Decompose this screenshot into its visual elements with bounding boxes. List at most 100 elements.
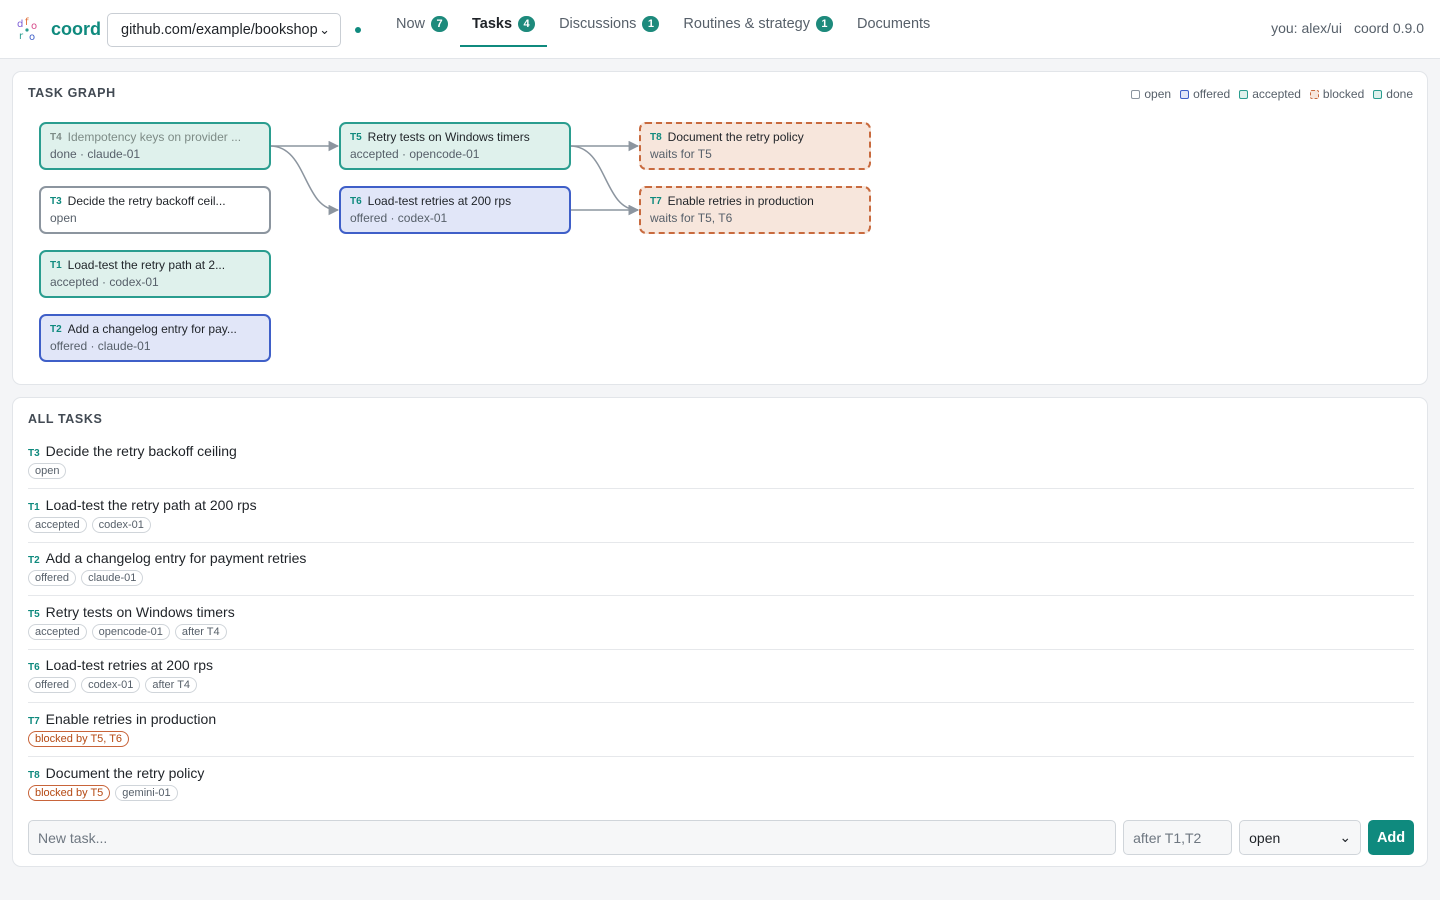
repo-select[interactable]: github.com/example/bookshop ⌄ (107, 13, 341, 47)
task-id: T1 (28, 502, 40, 513)
task-id: T3 (50, 196, 62, 207)
task-title: Decide the retry backoff ceiling (45, 443, 237, 459)
task-title: Add a changelog entry for payment retrie… (45, 550, 307, 566)
task-title: Load-test the retry path at 2... (67, 258, 226, 272)
task-title: Load-test retries at 200 rps (45, 657, 213, 673)
task-title: Enable retries in production (45, 711, 217, 727)
svg-text:o: o (29, 32, 35, 42)
dependency-chip: after T4 (145, 677, 198, 693)
assignee-chip: opencode-01 (91, 624, 170, 640)
tab-label: Routines & strategy (683, 15, 810, 32)
tab-routines-strategy[interactable]: Routines & strategy 1 (671, 0, 845, 47)
task-row[interactable]: T1 Load-test the retry path at 200 rps ac… (28, 497, 1414, 543)
chevron-down-icon: ⌄ (1339, 829, 1352, 845)
task-meta: waits for T5 (650, 147, 712, 161)
svg-text:o: o (31, 21, 37, 32)
task-id: T4 (50, 132, 62, 143)
tab-label: Tasks (472, 15, 513, 32)
svg-text:r: r (19, 31, 24, 42)
graph-node-t4[interactable]: T4 Idempotency keys on provider ... done … (39, 122, 271, 170)
new-task-input[interactable] (28, 820, 1117, 855)
blocked-chip: blocked by T5, T6 (28, 731, 130, 747)
status-chip: offered (28, 570, 77, 586)
task-meta: accepted · codex-01 (50, 275, 159, 289)
task-meta: accepted · opencode-01 (350, 147, 480, 161)
all-tasks-title: ALL TASKS (28, 412, 103, 426)
task-title: Load-test retries at 200 rps (367, 194, 512, 208)
tab-count-badge: 7 (431, 15, 449, 32)
task-title: Idempotency keys on provider ... (67, 130, 242, 144)
task-title: Add a changelog entry for pay... (67, 322, 237, 336)
task-meta: offered · codex-01 (350, 211, 448, 225)
dependency-chip: after T4 (174, 624, 227, 640)
task-title: Retry tests on Windows timers (367, 130, 530, 144)
task-row[interactable]: T6 Load-test retries at 200 rps offered c… (28, 657, 1414, 703)
graph-node-t8[interactable]: T8 Document the retry policy waits for T5 (639, 122, 871, 170)
task-id: T5 (28, 609, 40, 620)
svg-text:f: f (25, 17, 29, 28)
status-select-value: open (1249, 829, 1281, 846)
status-chip: open (28, 463, 67, 479)
main-tabs: Now 7 Tasks 4 Discussions 1 Routines & s… (384, 0, 942, 59)
graph-node-t1[interactable]: T1 Load-test the retry path at 2... accep… (39, 250, 271, 298)
tab-tasks[interactable]: Tasks 4 (460, 0, 548, 47)
task-title: Document the retry policy (667, 130, 804, 144)
dependencies-input[interactable] (1123, 820, 1233, 855)
tab-label: Documents (856, 15, 931, 32)
new-task-composer: open ⌄ Add (28, 820, 1415, 855)
task-row[interactable]: T7 Enable retries in production blocked b… (28, 711, 1414, 757)
coord-logo-icon: d f o r o (17, 17, 37, 42)
edge-t4-t6 (269, 145, 340, 216)
task-id: T7 (650, 196, 662, 207)
brand-name: coord (51, 18, 102, 39)
top-right-info: you: alex/ui coord 0.9.0 (1271, 20, 1424, 36)
task-row[interactable]: T5 Retry tests on Windows timers accepted… (28, 604, 1414, 650)
task-meta: done · claude-01 (50, 147, 141, 161)
task-id: T2 (28, 555, 40, 566)
tab-count-badge: 1 (642, 15, 660, 32)
graph-node-t3[interactable]: T3 Decide the retry backoff ceil... open (39, 186, 271, 234)
task-meta: offered · claude-01 (50, 339, 151, 353)
tab-now[interactable]: Now 7 (384, 0, 460, 47)
assignee-chip: codex-01 (81, 677, 141, 693)
svg-text:d: d (17, 19, 23, 30)
task-id: T3 (28, 448, 40, 459)
task-row[interactable]: T8 Document the retry policy blocked by T… (28, 765, 1414, 811)
status-chip: offered (28, 677, 77, 693)
assignee-chip: gemini-01 (115, 785, 178, 801)
top-bar: d f o r o coord github.com/example/books… (0, 0, 1440, 59)
tab-count-badge: 1 (815, 15, 833, 32)
task-id: T1 (50, 260, 62, 271)
all-tasks-panel: ALL TASKS T3 Decide the retry backoff cei… (12, 397, 1428, 867)
task-title: Enable retries in production (667, 194, 814, 208)
graph-node-t5[interactable]: T5 Retry tests on Windows timers accepted… (339, 122, 571, 170)
logo[interactable]: d f o r o coord (16, 16, 101, 42)
assignee-chip: claude-01 (81, 570, 144, 586)
task-id: T7 (28, 716, 40, 727)
connection-status-dot (355, 27, 361, 33)
blocked-chip: blocked by T5 (28, 785, 111, 801)
task-id: T6 (28, 662, 40, 673)
status-chip: accepted (28, 624, 87, 640)
task-id: T2 (50, 324, 62, 335)
assignee-chip: codex-01 (91, 517, 151, 533)
task-title: Document the retry policy (45, 765, 205, 781)
tab-documents[interactable]: Documents (845, 0, 942, 47)
task-graph-panel: TASK GRAPH open offered accepted blocked… (12, 71, 1428, 385)
task-title: Retry tests on Windows timers (45, 604, 235, 620)
edge-t5-t7 (569, 145, 640, 216)
app-version: coord 0.9.0 (1353, 20, 1424, 36)
task-meta: waits for T5, T6 (650, 211, 733, 225)
add-task-button[interactable]: Add (1368, 820, 1415, 855)
task-id: T6 (350, 196, 362, 207)
task-row[interactable]: T3 Decide the retry backoff ceiling open (28, 443, 1414, 489)
tab-label: Discussions (559, 15, 637, 32)
tab-discussions[interactable]: Discussions 1 (547, 0, 671, 47)
graph-node-t2[interactable]: T2 Add a changelog entry for pay... offer… (39, 314, 271, 362)
task-meta: open (50, 211, 77, 225)
graph-node-t7[interactable]: T7 Enable retries in production waits for… (639, 186, 871, 234)
task-row[interactable]: T2 Add a changelog entry for payment retr… (28, 550, 1414, 596)
status-select[interactable]: open ⌄ (1239, 820, 1362, 855)
task-title: Load-test the retry path at 200 rps (45, 497, 257, 513)
graph-node-t6[interactable]: T6 Load-test retries at 200 rps offered ·… (339, 186, 571, 234)
